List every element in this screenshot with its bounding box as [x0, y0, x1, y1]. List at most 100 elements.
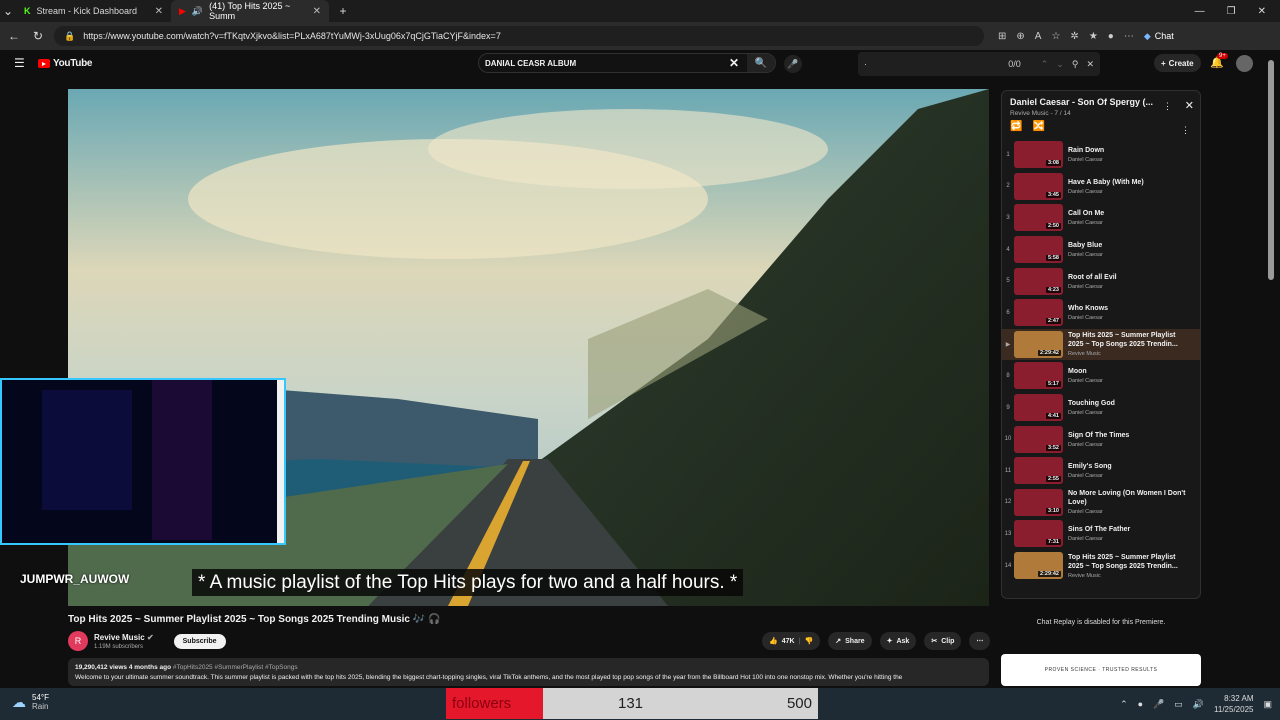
- browser-tab-bar: ⌄ K Stream - Kick Dashboard ✕ ▶ 🔊 (41) T…: [0, 0, 1280, 22]
- ad-text: PROVEN SCIENCE · TRUSTED RESULTS: [1044, 667, 1158, 673]
- find-close-icon[interactable]: ✕: [1086, 59, 1094, 70]
- playlist-item[interactable]: 8 5:17 Moon Daniel Caesar: [1002, 360, 1200, 392]
- track-thumbnail: 3:45: [1014, 172, 1063, 200]
- playlist-item-current[interactable]: ▶ 2:29:42 Top Hits 2025 ~ Summer Playlist …: [1002, 328, 1200, 361]
- webcam-feed: [2, 380, 284, 543]
- playlist-item[interactable]: 10 3:52 Sign Of The Times Daniel Caesar: [1002, 423, 1200, 455]
- playlist-item[interactable]: 12 3:10 No More Loving (On Women I Don't L…: [1002, 487, 1200, 519]
- app-icon[interactable]: ⊞: [998, 31, 1006, 42]
- hashtags[interactable]: #TopHits2025 #SummerPlaylist #TopSongs: [173, 664, 298, 671]
- filter-icon[interactable]: ⚲: [1072, 59, 1079, 70]
- playlist-item[interactable]: 6 2:47 Who Knows Daniel Caesar: [1002, 297, 1200, 329]
- restore-icon[interactable]: ❐: [1227, 6, 1236, 17]
- video-description[interactable]: 19,290,412 views 4 months ago #TopHits20…: [68, 658, 989, 686]
- account-avatar[interactable]: [1236, 55, 1253, 72]
- favorites-icon[interactable]: ★: [1089, 31, 1098, 42]
- app-tray-icon[interactable]: ●: [1138, 699, 1143, 709]
- verified-icon: ✔: [146, 632, 154, 642]
- sparkle-icon: ✦: [886, 638, 893, 645]
- find-down-icon[interactable]: ⌄: [1056, 59, 1064, 70]
- minimize-icon[interactable]: —: [1195, 6, 1205, 17]
- clip-button[interactable]: ✂ Clip: [924, 632, 962, 650]
- search-input[interactable]: DANIAL CEASR ALBUM ✕ 🔍: [478, 53, 776, 73]
- tab-title: (41) Top Hits 2025 ~ Summ: [209, 1, 291, 21]
- menu-icon[interactable]: ☰: [14, 56, 25, 70]
- mic-icon[interactable]: 🎤: [1153, 699, 1164, 710]
- notifications-icon[interactable]: 🔔 9+: [1210, 53, 1228, 69]
- page-scrollbar[interactable]: [1268, 60, 1274, 280]
- playlist-item[interactable]: 14 2:29:42 Top Hits 2025 ~ Summer Playlist…: [1002, 550, 1200, 582]
- playlist-item[interactable]: 1 3:08 Rain Down Daniel Caesar: [1002, 139, 1200, 171]
- favorite-icon[interactable]: ☆: [1051, 31, 1060, 42]
- playlist-item[interactable]: 9 4:41 Touching God Daniel Caesar: [1002, 392, 1200, 424]
- url-field[interactable]: 🔒 https://www.youtube.com/watch?v=fTKqtv…: [54, 26, 984, 46]
- clock[interactable]: 8:32 AM 11/25/2025: [1214, 693, 1253, 715]
- extensions-icon[interactable]: ✲: [1070, 31, 1078, 42]
- tab-list-icon[interactable]: ⌄: [0, 4, 16, 18]
- chevron-up-icon[interactable]: ⌃: [1120, 699, 1128, 710]
- channel-name[interactable]: Revive Music: [94, 633, 145, 642]
- like-button[interactable]: 👍 47K | 👎: [762, 632, 821, 650]
- close-playlist-icon[interactable]: ✕: [1185, 99, 1194, 112]
- chat-button[interactable]: ◆ Chat: [1144, 31, 1174, 42]
- thumbs-down-icon[interactable]: 👎: [805, 637, 814, 645]
- more-actions-button[interactable]: ⋯: [969, 632, 991, 650]
- clear-search-icon[interactable]: ✕: [729, 56, 739, 70]
- playlist-title[interactable]: Daniel Caesar - Son Of Spergy (...: [1010, 97, 1160, 107]
- track-thumbnail: 2:50: [1014, 204, 1063, 232]
- time: 8:32 AM: [1224, 694, 1254, 703]
- close-tab-icon[interactable]: ✕: [313, 6, 321, 17]
- tab-youtube[interactable]: ▶ 🔊 (41) Top Hits 2025 ~ Summ ✕: [171, 0, 329, 22]
- track-thumbnail: 7:31: [1014, 520, 1063, 548]
- more-icon[interactable]: ⋯: [1124, 31, 1134, 42]
- share-button[interactable]: ↗ Share: [828, 632, 872, 650]
- notifications-tray-icon[interactable]: ▣: [1263, 699, 1272, 710]
- playlist-header: Daniel Caesar - Son Of Spergy (... Reviv…: [1002, 91, 1200, 139]
- back-icon[interactable]: ←: [6, 29, 22, 43]
- create-button[interactable]: + Create: [1154, 54, 1201, 72]
- date: 11/25/2025: [1214, 705, 1254, 714]
- subscribe-button[interactable]: Subscribe: [173, 633, 226, 649]
- ad-banner[interactable]: PROVEN SCIENCE · TRUSTED RESULTS: [1001, 654, 1201, 686]
- playlist-item[interactable]: 5 4:23 Root of all Evil Daniel Caesar: [1002, 265, 1200, 297]
- refresh-icon[interactable]: ↻: [30, 29, 46, 43]
- close-tab-icon[interactable]: ✕: [155, 6, 163, 17]
- playlist-more-icon[interactable]: ⋮: [1181, 125, 1190, 136]
- search-button[interactable]: 🔍: [747, 54, 775, 72]
- tab-title: Stream - Kick Dashboard: [36, 6, 138, 16]
- profile-icon[interactable]: ●: [1108, 31, 1114, 42]
- lock-icon: 🔒: [64, 30, 76, 41]
- youtube-logo[interactable]: YouTube: [38, 58, 93, 69]
- find-input[interactable]: ·: [864, 59, 867, 69]
- close-window-icon[interactable]: ✕: [1258, 6, 1266, 17]
- read-aloud-icon[interactable]: A: [1035, 31, 1042, 42]
- zoom-icon[interactable]: ⊕: [1016, 31, 1024, 42]
- loop-icon[interactable]: 🔁: [1010, 121, 1022, 132]
- playlist-item[interactable]: 13 7:31 Sins Of The Father Daniel Caesar: [1002, 518, 1200, 550]
- channel-avatar[interactable]: R: [68, 631, 88, 651]
- description-text: Welcome to your ultimate summer soundtra…: [75, 674, 903, 681]
- share-label: Share: [845, 637, 865, 645]
- playlist-item[interactable]: 11 2:55 Emily's Song Daniel Caesar: [1002, 455, 1200, 487]
- playlist-item[interactable]: 2 3:45 Have A Baby (With Me) Daniel Caesar: [1002, 171, 1200, 203]
- find-up-icon[interactable]: ⌃: [1041, 59, 1049, 70]
- playlist-menu-icon[interactable]: ⋮: [1163, 101, 1172, 112]
- playlist-item[interactable]: 4 5:58 Baby Blue Daniel Caesar: [1002, 234, 1200, 266]
- search-value: DANIAL CEASR ALBUM: [485, 58, 577, 68]
- ask-label: Ask: [896, 637, 910, 645]
- logo-text: YouTube: [53, 58, 93, 69]
- ask-button[interactable]: ✦ Ask: [879, 632, 917, 650]
- video-actions: 👍 47K | 👎 ↗ Share ✦ Ask ✂ Clip ⋯: [762, 632, 991, 650]
- display-icon[interactable]: ▭: [1174, 699, 1183, 710]
- find-in-page-bar[interactable]: · 0/0 ⌃ ⌄ ⚲ ✕: [858, 52, 1100, 76]
- weather-widget[interactable]: ☁ 54°F Rain: [12, 693, 49, 711]
- volume-icon[interactable]: 🔊: [1193, 699, 1204, 710]
- shuffle-icon[interactable]: 🔀: [1032, 121, 1044, 132]
- voice-search-icon[interactable]: 🎤: [784, 55, 802, 73]
- track-thumbnail: 3:52: [1014, 425, 1063, 453]
- playlist-item[interactable]: 3 2:50 Call On Me Daniel Caesar: [1002, 202, 1200, 234]
- view-count: 19,290,412 views 4 months ago: [75, 664, 172, 671]
- tab-kick-dashboard[interactable]: K Stream - Kick Dashboard ✕: [16, 0, 171, 22]
- speaker-icon[interactable]: 🔊: [192, 6, 203, 17]
- new-tab-button[interactable]: +: [335, 4, 351, 18]
